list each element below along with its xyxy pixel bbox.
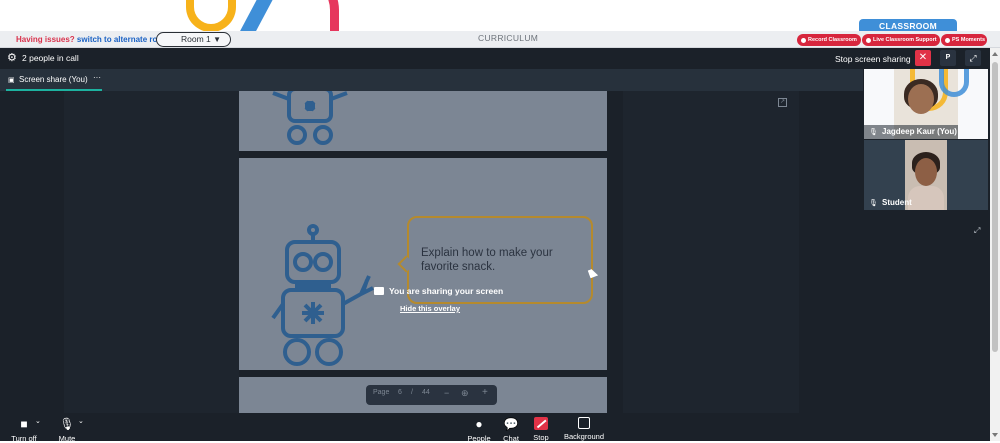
p-button[interactable]: P (940, 50, 956, 66)
record-classroom-button[interactable]: Record Classroom (797, 34, 861, 46)
stop-screen-sharing-label[interactable]: Stop screen sharing (835, 54, 911, 64)
room-select-value: Room 1 (181, 34, 211, 44)
expand-icon[interactable]: ⤢ (974, 226, 980, 236)
bg-arc-blue (939, 69, 969, 97)
mute-label: Mute (58, 434, 76, 443)
background-icon (578, 417, 590, 429)
chevron-down-icon[interactable]: ⌄ (35, 417, 41, 425)
record-dot-icon (801, 37, 806, 43)
tab-label: Screen share (You) (19, 75, 88, 84)
participant-body (908, 186, 944, 210)
chevron-down-icon: ▼ (213, 35, 221, 44)
slide-column: Explain how to make your favorite snack. (239, 91, 623, 413)
sharing-message: You are sharing your screen (389, 286, 504, 296)
zoom-icon[interactable]: ⊕ (461, 388, 469, 399)
zoom-out-button[interactable]: − (444, 388, 449, 398)
brand-band: CLASSROOM (0, 0, 1000, 40)
ps-moments-label: PS Moments (952, 37, 986, 43)
page-current-input[interactable]: 6 (398, 389, 402, 396)
record-classroom-label: Record Classroom (808, 37, 857, 43)
participants-count: 2 people in call (22, 53, 79, 63)
curriculum-tab[interactable]: CURRICULUM (478, 33, 538, 43)
more-icon[interactable]: ··· (93, 73, 101, 82)
participant-face (908, 84, 934, 114)
participant-tile-self[interactable]: 🎙 Jagdeep Kaur (You) (864, 69, 988, 139)
page-scrollbar[interactable] (990, 48, 1000, 441)
mic-icon: 🎙 (869, 200, 878, 207)
mic-icon: 🎙 (59, 417, 75, 431)
moments-dot-icon (945, 37, 950, 43)
slide-prompt: Explain how to make your favorite snack. (421, 247, 553, 273)
background-button[interactable]: Background (560, 413, 608, 441)
live-support-label: Live Classroom Support (873, 37, 937, 43)
support-dot-icon (866, 37, 871, 43)
robot-illustration (271, 224, 374, 366)
share-stage: Explain how to make your favorite snack.… (0, 91, 863, 413)
zoom-in-button[interactable]: + (482, 387, 488, 398)
issues-text: Having issues? switch to alternate room (16, 35, 169, 44)
chevron-down-icon[interactable]: ⌄ (78, 417, 84, 425)
person-icon: ● (475, 417, 483, 431)
page-total: 44 (422, 389, 430, 396)
page-navigator: Page 6 / 44 − ⊕ + (366, 385, 497, 405)
scroll-down-icon[interactable] (992, 433, 998, 437)
chat-label: Chat (503, 434, 519, 443)
ps-moments-button[interactable]: PS Moments (941, 34, 987, 46)
logo-arc-yellow (186, 0, 236, 32)
bubble-tail (397, 255, 415, 273)
participant-tile-student[interactable]: 🎙 Student (864, 140, 988, 210)
call-header: ⚙ 2 people in call Stop screen sharing ✕… (0, 48, 990, 69)
page-label: Page (373, 389, 390, 396)
control-bar: ■ Turn off ⌄ 🎙 Mute ⌄ ● People 💬 Chat St… (0, 413, 990, 443)
monitor-icon (374, 287, 384, 295)
monitor-icon: ▣ (8, 77, 15, 84)
people-button[interactable]: ● People (464, 413, 494, 443)
participant-name: Student (882, 198, 912, 207)
mic-icon: 🎙 (869, 129, 878, 136)
room-select[interactable]: Room 1 ▼ (156, 32, 231, 47)
participant-face (915, 158, 937, 186)
chat-icon: 💬 (503, 417, 519, 431)
close-icon[interactable]: ✕ (915, 50, 931, 66)
tab-row: ▣ Screen share (You) ··· (0, 69, 863, 91)
slide-current: Explain how to make your favorite snack. (239, 158, 607, 370)
live-support-button[interactable]: Live Classroom Support (862, 34, 940, 46)
page-separator: / (411, 389, 413, 396)
tab-screen-share[interactable]: ▣ Screen share (You) ··· (6, 69, 102, 91)
hide-overlay-link[interactable]: Hide this overlay (400, 304, 460, 313)
slide-prev (239, 91, 607, 151)
gear-icon[interactable]: ⚙ (7, 53, 17, 64)
people-label: People (467, 434, 491, 443)
scroll-up-icon[interactable] (992, 52, 998, 56)
robot-illustration (272, 91, 348, 145)
mute-button[interactable]: 🎙 Mute (54, 413, 80, 443)
participant-name: Jagdeep Kaur (You) (882, 127, 957, 136)
scroll-thumb[interactable] (992, 62, 998, 352)
stop-share-button[interactable]: Stop (528, 413, 554, 442)
background-label: Background (563, 432, 605, 441)
external-link-icon[interactable]: ↗ (778, 98, 787, 107)
camera-label: Turn off (11, 434, 37, 443)
chat-button[interactable]: 💬 Chat (499, 413, 523, 443)
stop-share-icon (534, 417, 548, 430)
issues-label: Having issues? (16, 35, 75, 44)
meeting-app: ⚙ 2 people in call Stop screen sharing ✕… (0, 48, 990, 443)
fullscreen-icon[interactable]: ⤢ (965, 50, 981, 66)
